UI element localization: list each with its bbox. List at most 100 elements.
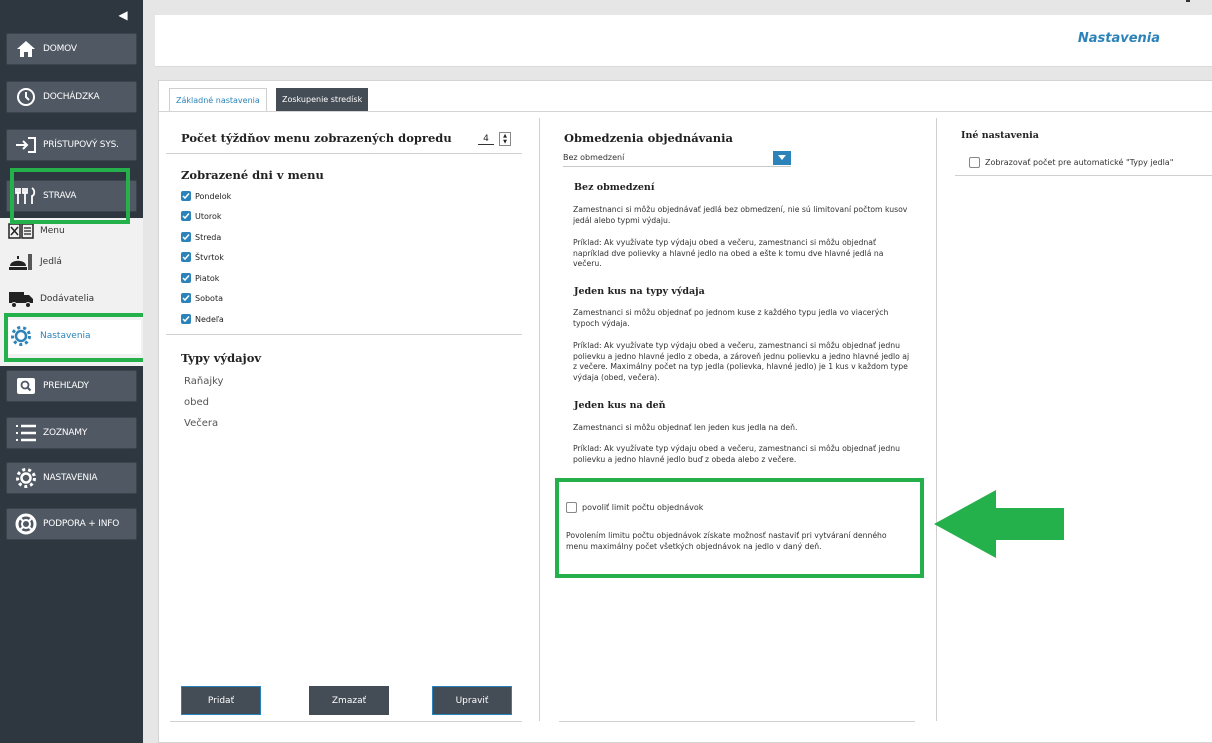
submenu-label: Menu — [40, 226, 65, 236]
enter-icon — [15, 134, 37, 156]
checkbox-checked-icon — [181, 252, 191, 262]
day-label: Sobota — [195, 293, 223, 303]
type-item[interactable]: Raňajky — [184, 376, 223, 387]
day-label: Utorok — [195, 211, 222, 221]
day-label: Streda — [195, 232, 222, 242]
gear-icon — [15, 467, 37, 489]
edit-button[interactable]: Upraviť — [432, 686, 512, 715]
search-icon — [15, 375, 37, 397]
section-heading: Bez obmedzení — [574, 182, 655, 193]
column-divider — [539, 118, 540, 721]
day-label: Piatok — [195, 273, 220, 283]
type-item[interactable]: Večera — [184, 418, 218, 429]
checkbox-checked-icon — [181, 191, 191, 201]
day-checkbox-pondelok[interactable]: Pondelok — [181, 191, 231, 201]
submenu-item-menu[interactable]: Menu — [8, 221, 65, 241]
other-settings-title: Iné nastavenia — [961, 130, 1039, 141]
nav-label: STRAVA — [43, 191, 77, 201]
section-paragraph: Príklad: Ak využívate typ výdaju obed a … — [573, 444, 900, 464]
types-title: Typy výdajov — [181, 351, 262, 365]
type-item[interactable]: obed — [184, 397, 209, 408]
submenu-label: Nastavenia — [40, 331, 91, 341]
day-checkbox-piatok[interactable]: Piatok — [181, 273, 219, 283]
nav-zoznamy-button[interactable]: ZOZNAMY — [6, 417, 137, 449]
checkbox-unchecked-icon[interactable] — [969, 157, 980, 168]
nav-nastavenia-button[interactable]: NASTAVENIA — [6, 462, 137, 494]
nav-prehlady-button[interactable]: PREHĽADY — [6, 370, 137, 402]
nav-strava-button[interactable]: STRAVA — [6, 180, 137, 212]
divider — [955, 175, 1212, 176]
nav-domov-button[interactable]: DOMOV — [6, 33, 137, 65]
home-icon — [15, 38, 37, 60]
tab-underline — [159, 111, 1212, 112]
weeks-stepper[interactable]: 4 ▲ ▼ — [478, 131, 526, 147]
section-heading: Jeden kus na typy výdaja — [574, 286, 705, 297]
list-icon — [15, 422, 37, 444]
section-paragraph: Zamestnanci si môžu objednávať jedlá bez… — [573, 205, 908, 225]
clock-icon — [15, 86, 37, 108]
gear-icon — [8, 326, 34, 346]
day-checkbox-stvrtok[interactable]: Štvrtok — [181, 252, 224, 262]
section-paragraph: Zamestnanci si môžu objednať len jeden k… — [573, 423, 798, 432]
limit-checkbox[interactable]: povoliť limit počtu objednávok — [566, 502, 703, 513]
section-paragraph: Zamestnanci si môžu objednať po jednom k… — [573, 308, 889, 328]
checkbox-checked-icon — [181, 232, 191, 242]
auto-types-label: Zobrazovať počet pre automatické "Typy j… — [985, 158, 1174, 167]
day-label: Pondelok — [195, 191, 232, 201]
delete-button[interactable]: Zmazať — [309, 686, 389, 715]
nav-label: PREHĽADY — [43, 381, 89, 391]
column-divider — [936, 118, 937, 721]
day-checkbox-sobota[interactable]: Sobota — [181, 293, 223, 303]
nav-podpora-button[interactable]: PODPORA + INFO — [6, 508, 137, 540]
top-accent — [1186, 0, 1190, 2]
restriction-select-value: Bez obmedzení — [563, 153, 625, 162]
restriction-select[interactable]: Bez obmedzení — [563, 149, 791, 167]
dish-icon — [8, 252, 34, 272]
nav-label: NASTAVENIA — [43, 473, 98, 483]
nav-label: DOCHÁDZKA — [43, 92, 100, 102]
header-bar: Nastavenia — [155, 15, 1212, 67]
cutlery-icon — [15, 185, 37, 207]
auto-types-checkbox[interactable]: Zobrazovať počet pre automatické "Typy j… — [969, 157, 1173, 168]
day-checkbox-streda[interactable]: Streda — [181, 232, 221, 242]
nav-pristupovy-button[interactable]: PRÍSTUPOVÝ SYS. — [6, 129, 137, 161]
menu-icon — [8, 221, 34, 241]
arrow-left-icon — [934, 490, 1064, 558]
stepper-arrows-icon[interactable]: ▲ ▼ — [499, 132, 511, 146]
submenu-item-dodavatelia[interactable]: Dodávatelia — [8, 289, 94, 309]
tab-zakladne-nastavenia[interactable]: Základné nastavenia — [169, 88, 267, 112]
checkbox-unchecked-icon[interactable] — [566, 502, 577, 513]
nav-label: PODPORA + INFO — [43, 519, 120, 529]
submenu-item-jedla[interactable]: Jedlá — [8, 252, 62, 272]
divider — [170, 721, 522, 722]
lifebuoy-icon — [15, 513, 37, 535]
day-checkbox-utorok[interactable]: Utorok — [181, 211, 222, 221]
weeks-label: Počet týždňov menu zobrazených dopredu — [181, 131, 452, 145]
checkbox-checked-icon — [181, 314, 191, 324]
add-button[interactable]: Pridať — [181, 686, 261, 715]
checkbox-checked-icon — [181, 211, 191, 221]
day-checkbox-nedela[interactable]: Nedeľa — [181, 314, 224, 324]
caret-left-icon[interactable]: ◀ — [117, 8, 129, 22]
submenu-item-nastavenia[interactable]: Nastavenia — [8, 326, 91, 346]
page-title: Nastavenia — [1077, 31, 1160, 46]
limit-label: povoliť limit počtu objednávok — [582, 503, 704, 512]
tab-zoskupenie-stredisk[interactable]: Zoskupenie stredísk — [276, 88, 369, 112]
order-restrictions-title: Obmedzenia objednávania — [564, 131, 733, 145]
divider — [166, 153, 522, 154]
day-label: Nedeľa — [195, 314, 224, 324]
weeks-value[interactable]: 4 — [478, 134, 494, 145]
nav-dochadzka-button[interactable]: DOCHÁDZKA — [6, 81, 137, 113]
section-paragraph: Príklad: Ak využívate typ výdaju obed a … — [573, 341, 910, 382]
truck-icon — [8, 289, 34, 309]
section-heading: Jeden kus na deň — [574, 400, 666, 411]
submenu-label: Dodávatelia — [40, 294, 95, 304]
days-title: Zobrazené dni v menu — [181, 168, 324, 182]
divider — [166, 334, 522, 335]
nav-label: PRÍSTUPOVÝ SYS. — [43, 140, 119, 150]
submenu-label: Jedlá — [40, 257, 62, 267]
checkbox-checked-icon — [181, 293, 191, 303]
limit-description: Povolením limitu počtu objednávok získat… — [566, 531, 887, 551]
day-label: Štvrtok — [195, 252, 224, 262]
chevron-down-icon[interactable] — [773, 150, 791, 165]
